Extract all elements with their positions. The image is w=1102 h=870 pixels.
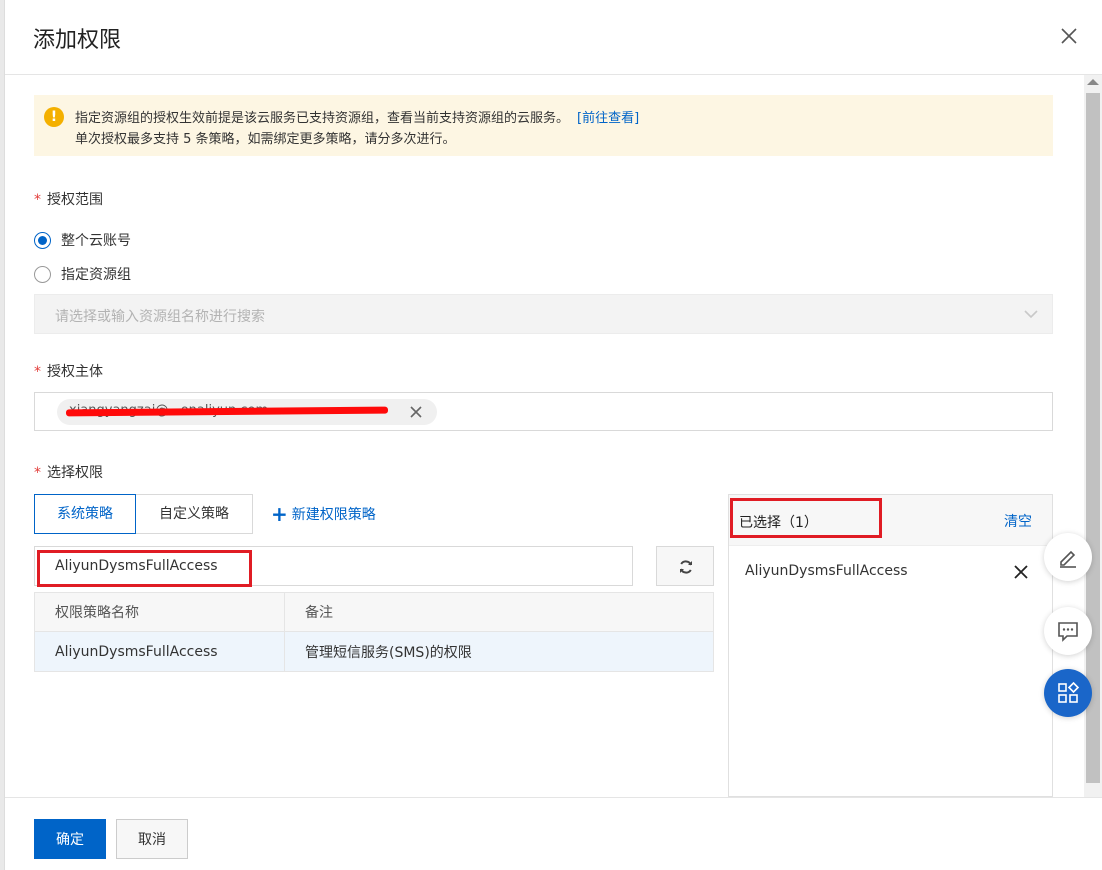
apps-icon <box>1058 681 1080 703</box>
radio-button-unchecked[interactable] <box>34 265 51 283</box>
clear-selected-link[interactable]: 清空 <box>1004 511 1032 531</box>
resource-group-placeholder: 请选择或输入资源组名称进行搜索 <box>55 309 265 325</box>
radio-label-whole-account: 整个云账号 <box>61 233 131 249</box>
apps-float-button[interactable] <box>1044 669 1092 717</box>
chevron-down-icon <box>1022 305 1040 323</box>
policy-table: 权限策略名称 备注 AliyunDysmsFullAccess 管理短信服务(S… <box>34 592 714 672</box>
required-mark: * <box>34 465 41 481</box>
remove-tag-icon[interactable] <box>409 405 423 419</box>
tab-system-policy[interactable]: 系统策略 <box>34 494 136 534</box>
radio-label-resource-group: 指定资源组 <box>61 267 131 283</box>
feedback-float-button[interactable] <box>1044 607 1092 655</box>
new-policy-label: 新建权限策略 <box>291 507 376 523</box>
refresh-button[interactable] <box>656 546 714 586</box>
resource-group-select: 请选择或输入资源组名称进行搜索 <box>34 294 1053 334</box>
principal-input[interactable]: xiangyangzai@...onaliyun.com <box>34 392 1053 431</box>
alert-text-1: 指定资源组的授权生效前提是该云服务已支持资源组，查看当前支持资源组的云服务。 <box>75 111 570 126</box>
scroll-up-arrow-icon[interactable] <box>1087 79 1099 85</box>
warning-icon: ! <box>44 107 64 127</box>
required-mark: * <box>34 364 41 380</box>
dialog-footer: 确定 取消 <box>5 797 1102 870</box>
remove-selected-icon[interactable] <box>1014 565 1028 579</box>
column-header-policy-name: 权限策略名称 <box>35 593 285 631</box>
add-permission-dialog: 添加权限 ! 指定资源组的授权生效前提是该云服务已支持资源组，查看当前支持资源组… <box>4 0 1102 870</box>
dialog-header: 添加权限 <box>5 0 1102 75</box>
selected-policy-item: AliyunDysmsFullAccess <box>745 563 908 579</box>
principal-label: * 授权主体 <box>34 361 103 381</box>
info-alert: ! 指定资源组的授权生效前提是该云服务已支持资源组，查看当前支持资源组的云服务。… <box>34 95 1053 156</box>
column-header-note: 备注 <box>305 605 333 621</box>
edit-icon <box>1060 550 1076 568</box>
view-supported-link[interactable]: [前往查看] <box>577 111 639 126</box>
plus-icon: + <box>271 502 288 526</box>
policy-type-tabs: 系统策略 自定义策略 <box>34 494 253 534</box>
radio-button-checked[interactable] <box>34 231 51 249</box>
close-icon[interactable] <box>1057 24 1081 48</box>
radio-resource-group[interactable]: 指定资源组 <box>34 264 131 284</box>
highlight-box-search <box>37 550 252 587</box>
alert-line-2: 单次授权最多支持 5 条策略，如需绑定更多策略，请分多次进行。 <box>75 132 456 147</box>
table-row[interactable]: AliyunDysmsFullAccess 管理短信服务(SMS)的权限 <box>34 632 714 672</box>
principal-tag: xiangyangzai@...onaliyun.com <box>57 399 437 425</box>
cancel-button[interactable]: 取消 <box>116 819 188 859</box>
scope-label-text: 授权范围 <box>47 192 103 208</box>
permissions-label-text: 选择权限 <box>47 465 103 481</box>
redaction-mark <box>65 406 389 417</box>
alert-line-1: 指定资源组的授权生效前提是该云服务已支持资源组，查看当前支持资源组的云服务。 [前… <box>75 107 639 126</box>
table-header: 权限策略名称 备注 <box>34 592 714 632</box>
tab-custom-policy[interactable]: 自定义策略 <box>136 494 253 534</box>
principal-label-text: 授权主体 <box>47 364 103 380</box>
refresh-icon <box>680 560 692 574</box>
new-policy-link[interactable]: + 新建权限策略 <box>271 504 376 524</box>
policy-note-cell: 管理短信服务(SMS)的权限 <box>305 644 472 661</box>
radio-whole-account[interactable]: 整个云账号 <box>34 230 131 250</box>
permissions-label: * 选择权限 <box>34 462 103 482</box>
policy-name-cell: AliyunDysmsFullAccess <box>35 632 285 671</box>
dialog-title: 添加权限 <box>33 28 122 53</box>
chat-icon <box>1058 622 1078 642</box>
confirm-button[interactable]: 确定 <box>34 819 106 859</box>
highlight-box-selected <box>730 498 882 538</box>
edit-float-button[interactable] <box>1044 533 1092 581</box>
required-mark: * <box>34 192 41 208</box>
scope-label: * 授权范围 <box>34 189 103 209</box>
selected-policies-panel: 已选择（1） 清空 AliyunDysmsFullAccess <box>728 494 1053 797</box>
